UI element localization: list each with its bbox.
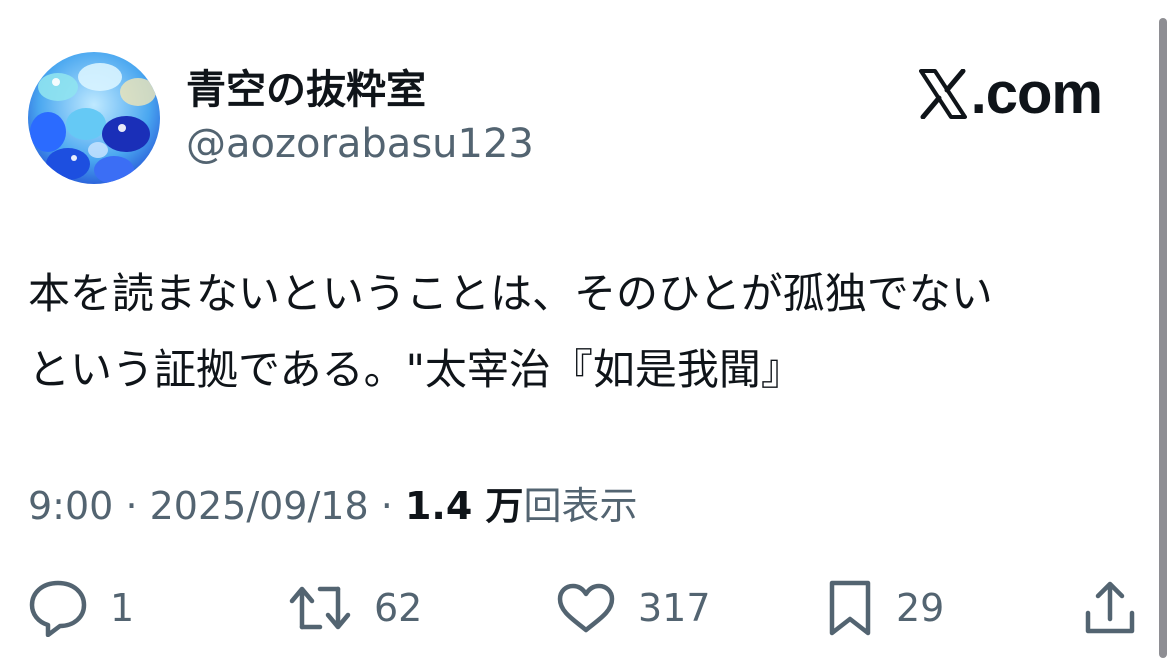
meta-separator: · — [380, 484, 393, 528]
bookmark-count: 29 — [896, 586, 945, 630]
tweet-text-line: という証拠である。"太宰治『如是我聞』 — [28, 345, 803, 394]
meta-separator: · — [125, 484, 138, 528]
scrollbar[interactable] — [1159, 18, 1167, 658]
reply-icon — [29, 580, 87, 637]
heart-icon — [557, 583, 615, 633]
share-icon — [1085, 581, 1135, 634]
like-button[interactable]: 317 — [556, 576, 711, 640]
tweet-meta: 9:00 · 2025/09/18 · 1.4 万回表示 — [28, 480, 638, 532]
reply-count: 1 — [110, 586, 135, 630]
retweet-button[interactable]: 62 — [288, 576, 422, 640]
display-name[interactable]: 青空の抜粋室 — [186, 64, 426, 116]
tweet-time[interactable]: 9:00 — [28, 484, 113, 528]
brand-text: .com — [970, 61, 1103, 126]
tweet-text: 本を読まないということは、そのひとが孤独でない という証拠である。"太宰治『如是… — [28, 256, 1138, 408]
retweet-icon — [289, 586, 351, 630]
tweet-date[interactable]: 2025/09/18 — [150, 484, 369, 528]
share-button[interactable] — [1082, 576, 1138, 640]
like-count: 317 — [638, 586, 711, 630]
x-logo-icon — [918, 69, 967, 119]
reply-button[interactable]: 1 — [28, 576, 134, 640]
brand-link[interactable]: .com — [918, 58, 1103, 130]
views-count: 1.4 万 — [404, 484, 524, 528]
retweet-count: 62 — [374, 586, 423, 630]
bookmark-button[interactable]: 29 — [826, 576, 944, 640]
avatar-image — [28, 52, 160, 184]
avatar[interactable] — [28, 52, 160, 184]
bookmark-icon — [829, 580, 871, 636]
views-label: 回表示 — [523, 484, 638, 528]
tweet-text-line: 本を読まないということは、そのひとが孤独でない — [28, 269, 993, 318]
user-handle[interactable]: @aozorabasu123 — [186, 118, 534, 170]
